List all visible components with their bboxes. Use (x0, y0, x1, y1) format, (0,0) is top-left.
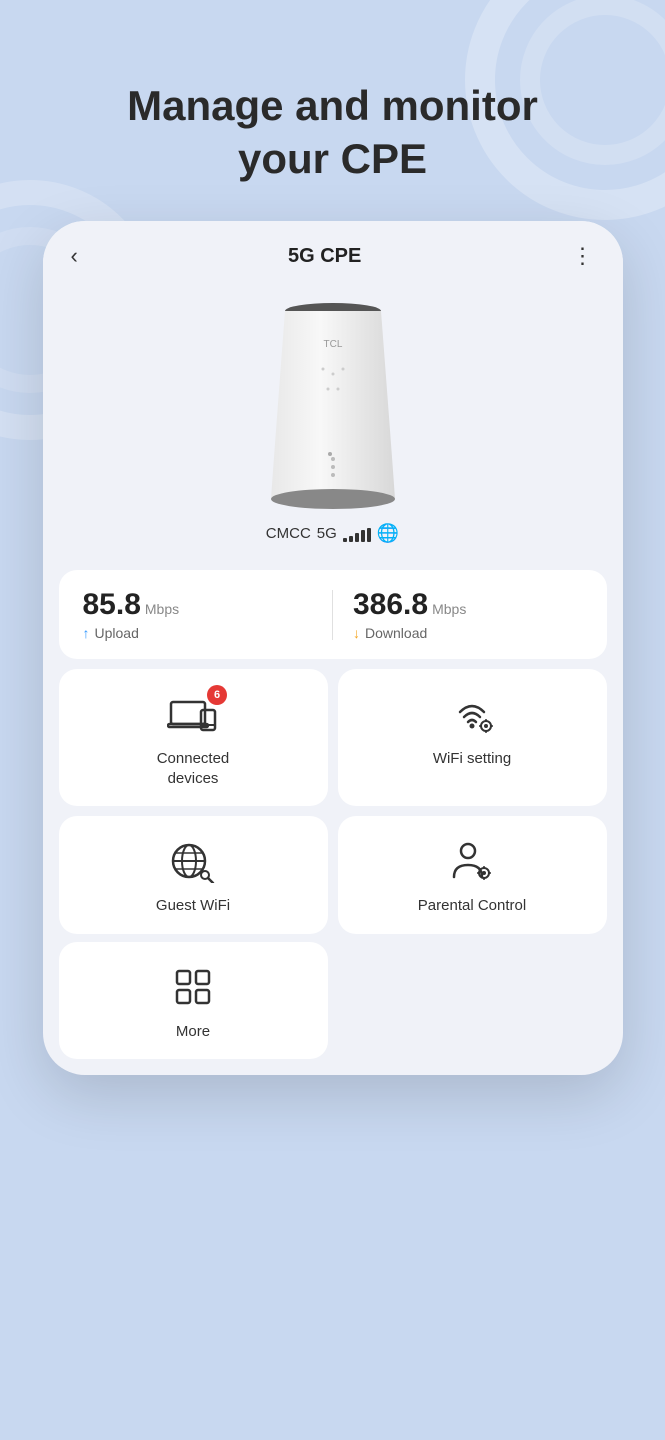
more-menu-button[interactable]: ⋮ (572, 243, 595, 269)
download-unit: Mbps (432, 601, 466, 617)
download-arrow-icon: ↓ (353, 625, 360, 641)
upload-arrow-icon: ↑ (83, 625, 90, 641)
grid-icon (171, 965, 215, 1009)
upload-speed: 85.8 Mbps ↑ Upload (83, 588, 313, 641)
wifi-setting-label: WiFi setting (433, 749, 511, 769)
wifi-setting-icon-wrap (446, 691, 498, 737)
more-card[interactable]: More (59, 942, 328, 1060)
svg-text:TCL: TCL (323, 339, 342, 350)
wifi-setting-card[interactable]: WiFi setting (338, 669, 607, 806)
guest-wifi-label: Guest WiFi (156, 896, 230, 916)
connected-devices-card[interactable]: 6 Connecteddevices (59, 669, 328, 806)
router-image-area: TCL CMCC 5G 🌐 (43, 279, 623, 560)
parental-control-label: Parental Control (418, 896, 526, 916)
guest-wifi-icon-wrap (167, 838, 219, 884)
operator-label: CMCC (266, 525, 311, 542)
parental-control-card[interactable]: Parental Control (338, 816, 607, 934)
hero-title: Manage and monitor your CPE (87, 80, 578, 185)
download-label: ↓ Download (353, 625, 583, 641)
network-type-label: 5G (317, 525, 337, 542)
guest-wifi-card[interactable]: Guest WiFi (59, 816, 328, 934)
globe-icon: 🌐 (377, 523, 399, 544)
connected-devices-badge: 6 (207, 685, 227, 705)
router-image: TCL (233, 289, 433, 519)
upload-label: ↑ Upload (83, 625, 313, 641)
upload-unit: Mbps (145, 601, 179, 617)
back-button[interactable]: ‹ (71, 243, 78, 269)
parental-control-icon (446, 839, 498, 883)
phone-shell: ‹ 5G CPE ⋮ (43, 221, 623, 1075)
more-icon-wrap (167, 964, 219, 1010)
page-title: 5G CPE (288, 245, 361, 268)
speed-card: 85.8 Mbps ↑ Upload 386.8 Mbps ↓ Download (59, 570, 607, 659)
signal-strength-icon (343, 526, 371, 542)
download-value: 386.8 Mbps (353, 588, 583, 622)
phone-header: ‹ 5G CPE ⋮ (43, 221, 623, 279)
router-status: CMCC 5G 🌐 (266, 523, 399, 544)
more-label: More (176, 1022, 210, 1042)
parental-control-icon-wrap (446, 838, 498, 884)
feature-grid: 6 Connecteddevices (59, 669, 607, 934)
guest-wifi-icon (167, 839, 219, 883)
wifi-setting-icon (446, 692, 498, 736)
bottom-row: More (59, 942, 607, 1060)
connected-devices-label: Connecteddevices (157, 749, 230, 788)
download-speed: 386.8 Mbps ↓ Download (353, 588, 583, 641)
upload-value: 85.8 Mbps (83, 588, 313, 622)
speed-divider (332, 590, 333, 640)
connected-devices-icon-wrap: 6 (167, 691, 219, 737)
